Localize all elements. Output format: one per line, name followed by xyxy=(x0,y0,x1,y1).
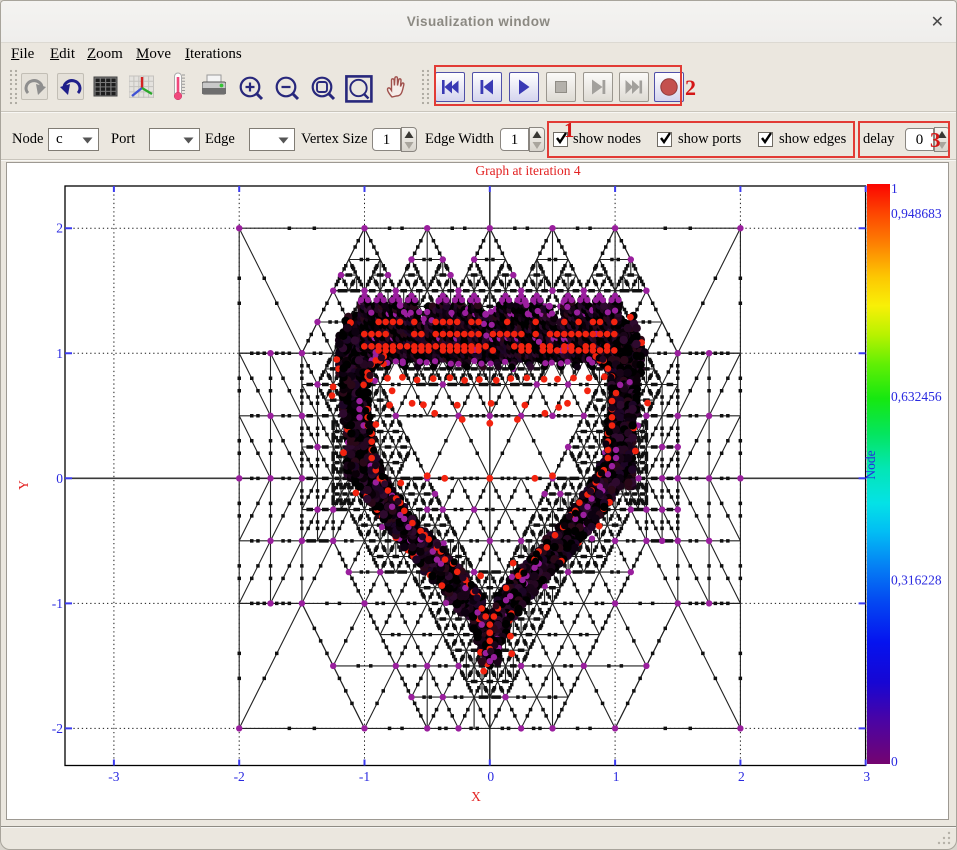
svg-text:0,316228: 0,316228 xyxy=(891,573,942,588)
svg-text:2: 2 xyxy=(738,769,745,784)
svg-text:0: 0 xyxy=(56,471,63,486)
svg-text:0,632456: 0,632456 xyxy=(891,389,942,404)
svg-text:3: 3 xyxy=(863,769,870,784)
svg-text:1: 1 xyxy=(56,346,63,361)
svg-text:0,948683: 0,948683 xyxy=(891,206,942,221)
svg-text:-2: -2 xyxy=(52,721,63,736)
svg-text:X: X xyxy=(471,789,481,804)
svg-text:-1: -1 xyxy=(359,769,370,784)
svg-text:Node: Node xyxy=(863,450,878,479)
svg-text:0: 0 xyxy=(487,769,494,784)
svg-text:0: 0 xyxy=(891,754,898,769)
svg-text:Y: Y xyxy=(16,480,31,490)
svg-text:1: 1 xyxy=(891,181,898,196)
svg-text:Graph at iteration 4: Graph at iteration 4 xyxy=(475,163,581,178)
svg-text:-3: -3 xyxy=(108,769,119,784)
svg-text:2: 2 xyxy=(56,221,63,236)
svg-text:-1: -1 xyxy=(52,596,63,611)
svg-text:-2: -2 xyxy=(234,769,245,784)
svg-text:1: 1 xyxy=(613,769,620,784)
